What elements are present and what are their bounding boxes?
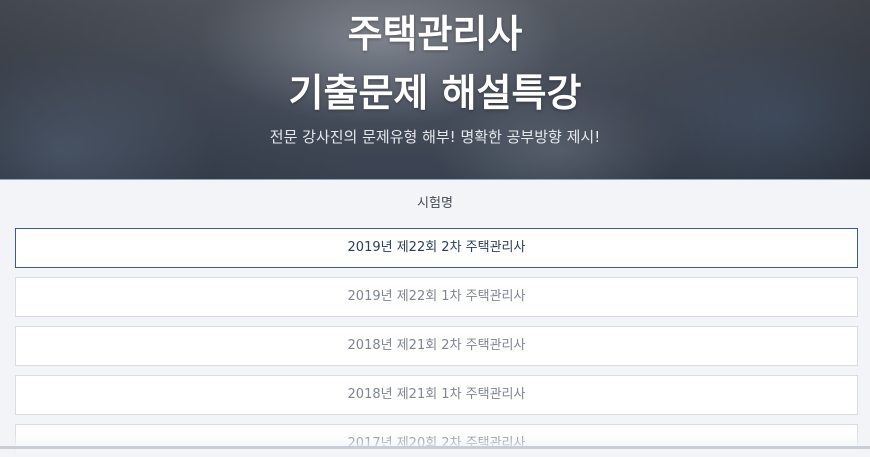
exam-item-2018-21-1[interactable]: 2018년 제21회 1차 주택관리사 <box>15 375 858 415</box>
exam-item-2019-22-1[interactable]: 2019년 제22회 1차 주택관리사 <box>15 277 858 317</box>
bottom-edge-line <box>0 446 870 449</box>
hero-subtitle: 전문 강사진의 문제유형 해부! 명확한 공부방향 제시! <box>269 128 601 146</box>
hero-banner: 주택관리사 기출문제 해설특강 전문 강사진의 문제유형 해부! 명확한 공부방… <box>0 0 870 180</box>
list-scroll-fade <box>0 432 870 457</box>
exam-item-2018-21-2[interactable]: 2018년 제21회 2차 주택관리사 <box>15 326 858 366</box>
hero-title-line2: 기출문제 해설특강 <box>288 71 582 115</box>
exam-item-2019-22-2[interactable]: 2019년 제22회 2차 주택관리사 <box>15 228 858 268</box>
hero-divider <box>0 179 870 180</box>
hero-title-line1: 주택관리사 <box>347 12 523 56</box>
exam-list-header: 시험명 <box>417 196 453 211</box>
